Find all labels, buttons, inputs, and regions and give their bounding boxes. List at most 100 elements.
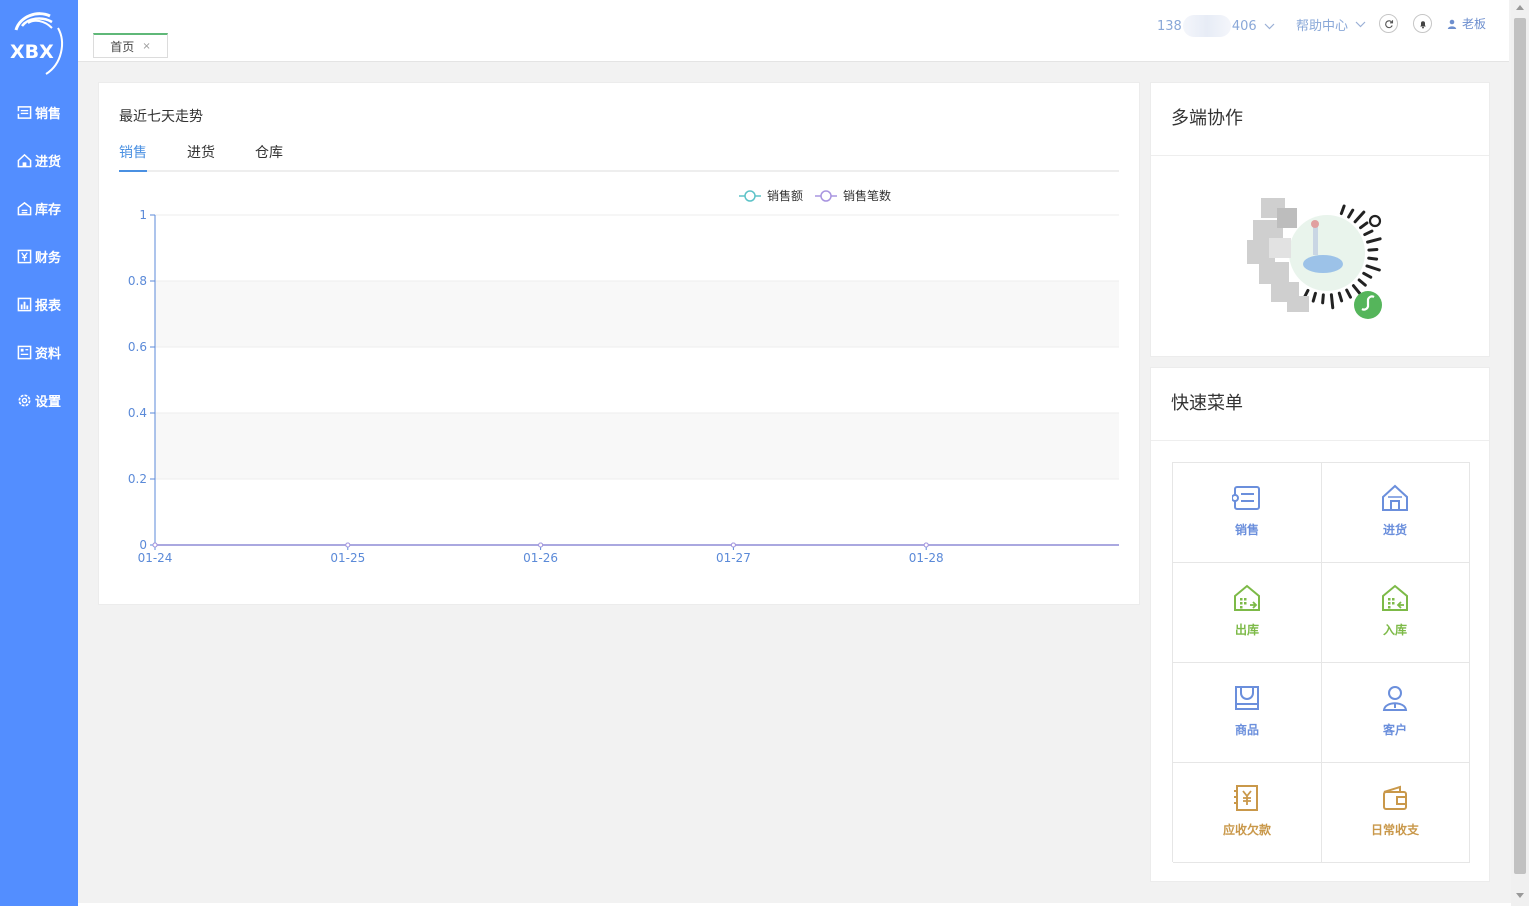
sidebar-item-finance[interactable]: 财务 (0, 236, 78, 276)
refresh-icon (1384, 19, 1393, 28)
notification-button[interactable] (1413, 14, 1432, 33)
phone-mask (1182, 15, 1231, 37)
trend-panel: 最近七天走势 销售 进货 仓库 0 0.2 0.4 0.6 0.8 1 01-24 01-2… (98, 82, 1140, 605)
qr-mark (1311, 291, 1317, 303)
receivable-icon (1234, 785, 1258, 811)
quick-purchase[interactable]: 进货 (1321, 463, 1470, 563)
coop-panel: 多端协作 (1150, 82, 1490, 357)
tab-home[interactable]: 首页 × (93, 33, 168, 58)
quick-label: 进货 (1382, 523, 1407, 537)
home-icon (17, 153, 32, 167)
tab-warehouse[interactable]: 仓库 (255, 142, 283, 172)
wallet-icon (1383, 785, 1407, 810)
legend-label: 销售笔数 (843, 188, 891, 203)
goods-icon (1235, 686, 1259, 710)
quick-label: 日常收支 (1370, 823, 1419, 837)
quick-goods[interactable]: 商品 (1173, 663, 1322, 763)
quick-label: 应收欠款 (1222, 823, 1271, 837)
qr-mark (1367, 256, 1379, 261)
chart-band (155, 281, 1119, 347)
sidebar-item-sales[interactable]: 销售 (0, 92, 78, 132)
trend-title: 最近七天走势 (119, 109, 203, 125)
sidebar-item-reports[interactable]: 报表 (0, 284, 78, 324)
x-tick-label: 01-27 (716, 551, 751, 565)
scroll-down-icon[interactable] (1516, 893, 1524, 898)
sales-icon (16, 105, 32, 119)
help-center-dropdown[interactable]: 帮助中心 (1296, 15, 1366, 34)
tab-sales[interactable]: 销售 (119, 142, 147, 172)
phone-prefix: 138 (1157, 18, 1182, 34)
user-name: 老板 (1462, 17, 1487, 31)
sidebar-item-label: 库存 (34, 202, 61, 218)
data-point (730, 542, 736, 548)
legend-marker (744, 190, 756, 202)
legend-label: 销售额 (767, 188, 803, 203)
customer-icon (1382, 686, 1408, 711)
trend-tabs: 销售 进货 仓库 (119, 142, 1119, 172)
y-tick-label: 1 (139, 208, 147, 222)
sales-icon (1232, 486, 1260, 510)
y-tick-label: 0.2 (128, 472, 147, 486)
quick-label: 客户 (1382, 723, 1407, 737)
chevron-down-icon (1264, 23, 1275, 29)
top-header: 首页 × 138 406 帮助中心 老板 (78, 0, 1509, 62)
data-point (152, 542, 158, 548)
sidebar-item-purchase[interactable]: 进货 (0, 140, 78, 180)
data-point (923, 542, 929, 548)
data-point (345, 542, 351, 548)
data-point (538, 542, 544, 548)
scroll-up-icon[interactable] (1516, 5, 1524, 10)
sidebar-item-settings[interactable]: 设置 (0, 380, 78, 420)
refresh-button[interactable] (1379, 14, 1398, 33)
quick-menu-panel: 快速菜单 销售 进货 出库 入库 商品 客户 应收欠款 日常收支 (1150, 367, 1490, 882)
qr-mark (1367, 248, 1379, 252)
quick-label: 入库 (1382, 623, 1407, 637)
y-tick-label: 0.8 (128, 274, 147, 288)
sidebar: XBX 销售 进货 库存 财务 报表 资料 设置 (0, 0, 78, 906)
chevron-down-icon (1355, 21, 1366, 28)
user-icon (1447, 19, 1457, 29)
mini-program-qr-code (1241, 178, 1401, 333)
scrollbar-thumb[interactable] (1514, 18, 1526, 874)
phone-suffix: 406 (1231, 18, 1257, 34)
x-tick-label: 01-24 (138, 551, 173, 565)
quick-stock-in[interactable]: 入库 (1321, 563, 1470, 663)
page-scrollbar[interactable] (1511, 0, 1529, 906)
quick-menu-grid: 销售 进货 出库 入库 商品 客户 应收欠款 日常收支 (1172, 462, 1470, 863)
x-tick-label: 01-28 (909, 551, 944, 565)
quick-label: 出库 (1234, 623, 1259, 637)
gear-icon (18, 394, 31, 406)
sidebar-item-data[interactable]: 资料 (0, 332, 78, 372)
sidebar-item-label: 设置 (34, 394, 61, 410)
legend-marker (820, 190, 832, 202)
quick-label: 商品 (1234, 723, 1259, 737)
sidebar-item-inventory[interactable]: 库存 (0, 188, 78, 228)
quick-sales[interactable]: 销售 (1173, 463, 1322, 563)
y-tick-label: 0 (139, 538, 147, 552)
home-icon (1382, 484, 1408, 511)
x-tick-label: 01-25 (330, 551, 365, 565)
bell-icon (1419, 20, 1426, 28)
y-tick-label: 0.6 (128, 340, 147, 354)
quick-stock-out[interactable]: 出库 (1173, 563, 1322, 663)
app-logo[interactable]: XBX (8, 8, 66, 76)
quick-daily-income-expense[interactable]: 日常收支 (1321, 763, 1470, 863)
tab-close-icon[interactable]: × (142, 41, 150, 52)
trend-chart: 0 0.2 0.4 0.6 0.8 1 01-24 01-25 01-26 01-27 01-28… (128, 188, 1119, 565)
stock-out-icon (1234, 584, 1260, 611)
report-icon (17, 297, 32, 311)
sidebar-item-label: 销售 (34, 106, 61, 122)
tab-purchase[interactable]: 进货 (187, 142, 215, 172)
sidebar-item-label: 进货 (34, 154, 61, 170)
chart-band (155, 413, 1119, 479)
x-tick-label: 01-26 (523, 551, 558, 565)
account-dropdown[interactable]: 138 406 (1157, 15, 1275, 37)
quick-label: 销售 (1234, 523, 1259, 537)
logo-text: XBX (10, 41, 54, 63)
user-menu[interactable]: 老板 (1447, 15, 1486, 32)
quick-customer[interactable]: 客户 (1321, 663, 1470, 763)
quick-receivable[interactable]: 应收欠款 (1173, 763, 1322, 863)
sidebar-item-label: 财务 (34, 250, 61, 266)
coop-title: 多端协作 (1151, 83, 1489, 156)
y-tick-label: 0.4 (128, 406, 147, 420)
